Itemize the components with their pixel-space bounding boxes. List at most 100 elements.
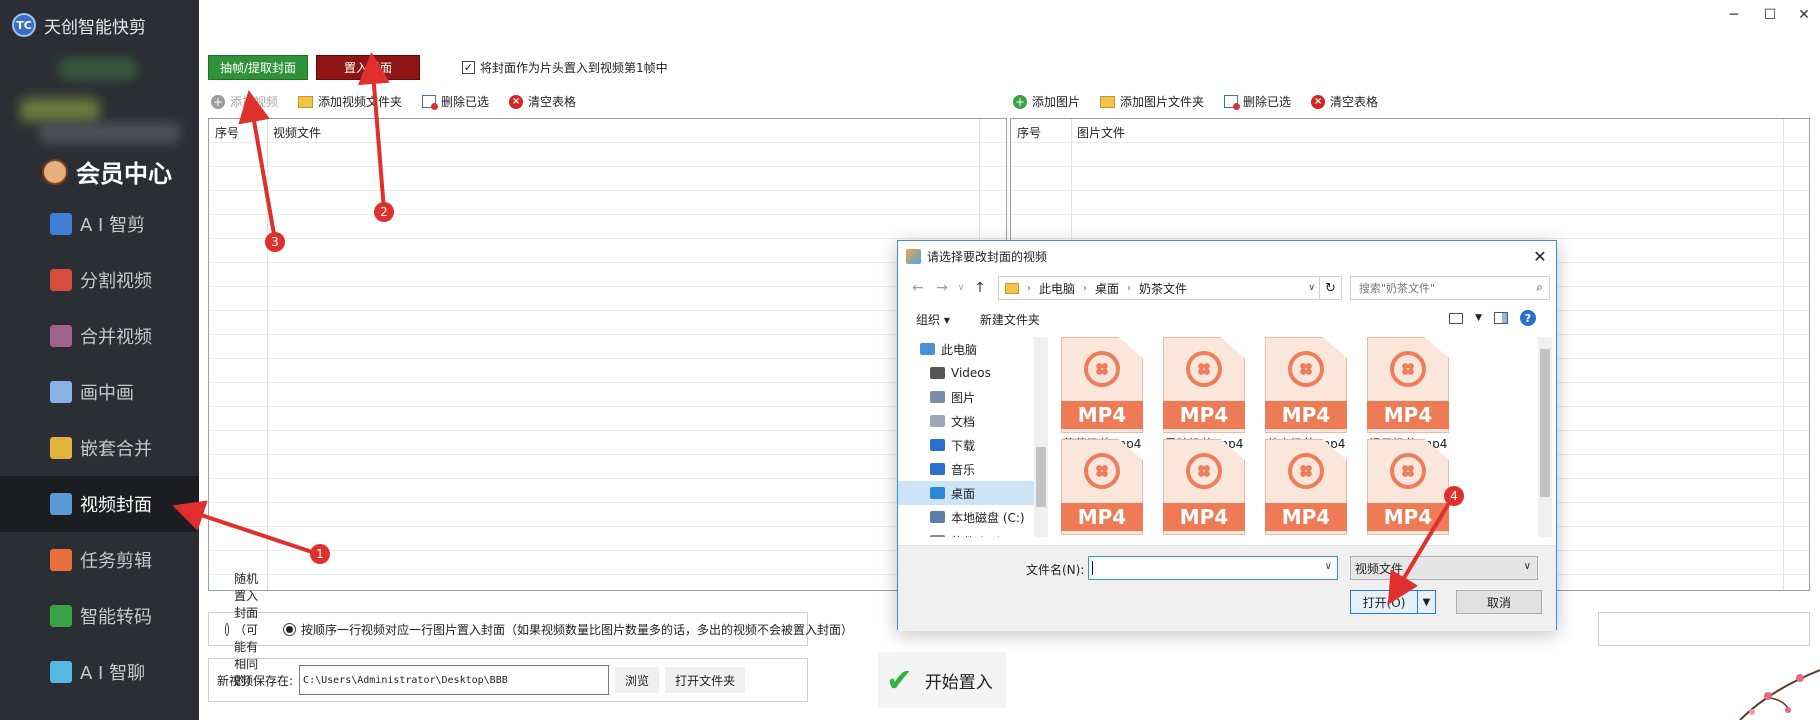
video-table[interactable]: 序号 视频文件 [208, 118, 1007, 591]
dialog-close-icon[interactable]: ✕ [1530, 246, 1550, 266]
new-folder-button[interactable]: 新建文件夹 [980, 311, 1040, 328]
sidebar-item-video-cover[interactable]: 视频封面 [0, 476, 199, 532]
tree-item[interactable]: 此电脑 [898, 337, 1048, 361]
refresh-icon[interactable]: ↻ [1320, 276, 1342, 300]
sequential-cover-radio[interactable] [283, 622, 296, 636]
open-dropdown-icon[interactable]: ▼ [1417, 591, 1435, 613]
delete-selected-images-button[interactable]: 删除已选 [1224, 93, 1291, 110]
tree-item-label: 软件 (D:) [951, 533, 1001, 538]
image-col-index[interactable]: 序号 [1011, 119, 1041, 145]
tree-scrollbar[interactable] [1034, 337, 1048, 537]
check-icon: ✔ [886, 661, 913, 699]
sidebar-item-ai-chat[interactable]: A I 智聊 [0, 644, 199, 700]
chevron-down-icon[interactable]: ∨ [1325, 561, 1332, 572]
cover-as-intro-option[interactable]: ✓ 将封面作为片头置入到视频第1帧中 [462, 59, 668, 76]
file-list-scrollbar[interactable] [1538, 337, 1552, 537]
tree-item[interactable]: 桌面 [898, 481, 1048, 505]
disk-c-icon [930, 511, 945, 523]
tree-item[interactable]: 软件 (D:) [898, 529, 1048, 537]
tree-item[interactable]: 下载 [898, 433, 1048, 457]
file-item[interactable]: MP4 [1256, 439, 1356, 537]
clear-video-table-button[interactable]: × 清空表格 [509, 93, 576, 110]
close-window-button[interactable]: ✕ [1786, 4, 1820, 26]
open-label: 打开(O) [1362, 595, 1406, 610]
ai-cut-icon [50, 213, 72, 235]
clear-table-label: 清空表格 [1330, 95, 1379, 109]
clear-icon: × [509, 94, 524, 109]
open-folder-button[interactable]: 打开文件夹 [665, 667, 746, 693]
back-arrow-icon[interactable]: ← [906, 280, 930, 296]
organize-menu[interactable]: 组织 ▾ [916, 311, 950, 328]
member-center-button[interactable]: 会员中心 [42, 154, 172, 189]
file-item[interactable]: MP4 [1052, 439, 1152, 537]
file-badge: MP4 [1061, 503, 1143, 531]
breadcrumb-desktop[interactable]: 桌面 [1095, 280, 1119, 297]
tree-item[interactable]: Videos [898, 361, 1048, 385]
tree-item[interactable]: 音乐 [898, 457, 1048, 481]
add-video-folder-button[interactable]: 添加视频文件夹 [298, 93, 402, 110]
tree-item[interactable]: 文档 [898, 409, 1048, 433]
tree-item[interactable]: 图片 [898, 385, 1048, 409]
preview-pane-icon[interactable] [1494, 312, 1508, 324]
cancel-button[interactable]: 取消 [1456, 590, 1542, 614]
breadcrumb-folder[interactable]: 奶茶文件 [1139, 280, 1187, 297]
view-mode-icon[interactable] [1449, 312, 1464, 324]
address-bar[interactable]: › 此电脑 › 桌面 › 奶茶文件 ∨ [998, 276, 1320, 300]
maximize-button[interactable]: ☐ [1752, 4, 1788, 26]
clear-image-table-button[interactable]: × 清空表格 [1311, 93, 1378, 110]
pip-icon [50, 381, 72, 403]
add-video-folder-label: 添加视频文件夹 [318, 95, 403, 109]
clear-icon: × [1311, 94, 1326, 109]
column-divider [1783, 119, 1784, 590]
file-item[interactable]: MP4橘子奶茶.mp4 [1358, 337, 1458, 453]
tree-item-label: 文档 [951, 414, 976, 429]
image-col-file[interactable]: 图片文件 [1071, 119, 1125, 145]
sidebar-item-merge-video[interactable]: 合并视频 [0, 308, 199, 364]
up-arrow-icon[interactable]: ↑ [968, 280, 992, 296]
extract-cover-button[interactable]: 抽帧/提取封面 [208, 55, 308, 80]
tree-item[interactable]: 本地磁盘 (C:) [898, 505, 1048, 529]
sidebar-item-pip[interactable]: 画中画 [0, 364, 199, 420]
save-path-input[interactable]: C:\Users\Administrator\Desktop\BBB [299, 665, 610, 695]
breadcrumb-this-pc[interactable]: 此电脑 [1039, 280, 1075, 297]
sidebar-item-transcode[interactable]: 智能转码 [0, 588, 199, 644]
video-col-file[interactable]: 视频文件 [267, 119, 321, 145]
add-image-folder-button[interactable]: 添加图片文件夹 [1100, 93, 1204, 110]
sidebar-item-nest-merge[interactable]: 嵌套合并 [0, 420, 199, 476]
add-video-button[interactable]: + 添加视频 [211, 93, 278, 110]
add-image-label: 添加图片 [1032, 95, 1081, 109]
file-item[interactable]: MP4草莓奶茶.mp4 [1052, 337, 1152, 453]
chevron-down-icon[interactable]: ∨ [954, 283, 968, 293]
start-insert-button[interactable]: ✔ 开始置入 [878, 652, 1006, 708]
cover-as-intro-checkbox[interactable]: ✓ [462, 61, 475, 74]
insert-cover-button[interactable]: 置入封面 [316, 55, 420, 80]
filename-input[interactable]: ∨ [1088, 556, 1338, 580]
add-image-button[interactable]: + 添加图片 [1013, 93, 1080, 110]
random-cover-radio[interactable] [225, 622, 230, 636]
file-item[interactable]: MP4姜枣奶茶.mp4 [1256, 337, 1356, 453]
file-item[interactable]: MP4 [1358, 439, 1458, 537]
minimize-button[interactable]: ─ [1716, 4, 1752, 26]
file-type-select[interactable]: 视频文件 ∨ [1350, 556, 1538, 580]
file-badge: MP4 [1163, 401, 1245, 429]
dialog-title-bar[interactable]: 请选择要改封面的视频 [898, 241, 1556, 271]
chevron-right-icon: › [1083, 282, 1088, 294]
tree-item-label: 桌面 [951, 486, 976, 501]
sidebar-item-label: 视频封面 [80, 495, 152, 516]
help-icon[interactable]: ? [1520, 310, 1536, 326]
chevron-down-icon[interactable]: ∨ [1308, 283, 1315, 293]
open-button[interactable]: 打开(O) ▼ [1350, 590, 1436, 614]
file-item[interactable]: MP4黑糖奶茶.mp4 [1154, 337, 1254, 453]
forward-arrow-icon[interactable]: → [930, 280, 954, 296]
sidebar-item-split-video[interactable]: 分割视频 [0, 252, 199, 308]
tree-item-label: 本地磁盘 (C:) [951, 510, 1025, 525]
chevron-down-icon[interactable]: ▼ [1475, 313, 1482, 323]
file-item[interactable]: MP4 [1154, 439, 1254, 537]
sequential-cover-option[interactable]: 按顺序一行视频对应一行图片置入封面（如果视频数量比图片数量多的话，多出的视频不会… [283, 621, 853, 638]
video-col-index[interactable]: 序号 [209, 119, 239, 145]
sidebar-item-task-edit[interactable]: 任务剪辑 [0, 532, 199, 588]
search-input[interactable]: 搜索"奶茶文件" ⌕ [1350, 276, 1550, 300]
sidebar-item-ai-cut[interactable]: A I 智剪 [0, 196, 199, 252]
browse-button[interactable]: 浏览 [615, 667, 660, 693]
delete-selected-videos-button[interactable]: 删除已选 [422, 93, 489, 110]
